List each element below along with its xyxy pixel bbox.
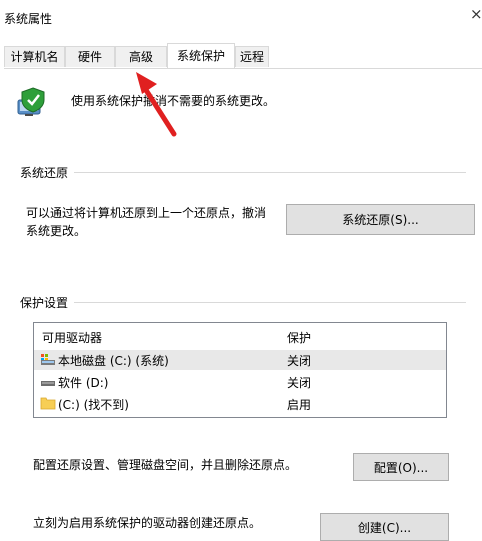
create-button[interactable]: 创建(C)... [320,513,449,541]
drive-protection-status: 关闭 [287,376,312,390]
tab-remote[interactable]: 远程 [235,46,269,67]
tab-computer-name[interactable]: 计算机名 [4,46,65,67]
window-title: 系统属性 [4,12,53,26]
drive-row-missing[interactable]: (C:) (找不到) 启用 [34,394,446,414]
tab-divider [4,68,482,69]
close-icon[interactable]: × [470,7,482,22]
drive-icon [40,375,56,392]
configure-description: 配置还原设置、管理磁盘空间，并且删除还原点。 [33,458,298,472]
configure-button[interactable]: 配置(O)... [353,453,449,481]
protection-group-line [20,302,466,303]
drive-row-c[interactable]: 本地磁盘 (C:) (系统) 关闭 [34,350,446,370]
drive-name: (C:) (找不到) [58,398,129,412]
restore-group-line [20,172,466,173]
folder-icon [40,395,56,414]
restore-group-title: 系统还原 [20,164,75,181]
column-header-protection[interactable]: 保护 [287,329,311,346]
drive-list: 可用驱动器 保护 本地磁盘 (C:) (系统) 关闭 软件 (D:) 关闭 (C… [33,322,447,418]
tab-hardware[interactable]: 硬件 [65,46,115,67]
red-arrow-icon [136,72,177,137]
system-drive-icon [40,353,56,370]
restore-description: 可以通过将计算机还原到上一个还原点，撤消 系统更改。 [26,206,267,238]
drive-row-d[interactable]: 软件 (D:) 关闭 [34,372,446,392]
tab-advanced[interactable]: 高级 [115,46,167,67]
protection-group-title: 保护设置 [20,294,75,311]
column-header-drives[interactable]: 可用驱动器 [42,329,102,346]
create-description: 立刻为启用系统保护的驱动器创建还原点。 [33,516,262,530]
tab-system-protection[interactable]: 系统保护 [167,43,235,68]
system-restore-button[interactable]: 系统还原(S)... [286,204,475,235]
system-protection-shield-icon [16,86,48,118]
drive-name: 软件 (D:) [58,376,109,390]
drive-protection-status: 启用 [287,398,312,412]
drive-protection-status: 关闭 [287,354,312,368]
tab-strip: 计算机名 硬件 高级 系统保护 远程 [4,43,480,68]
drive-name: 本地磁盘 (C:) (系统) [58,354,169,368]
